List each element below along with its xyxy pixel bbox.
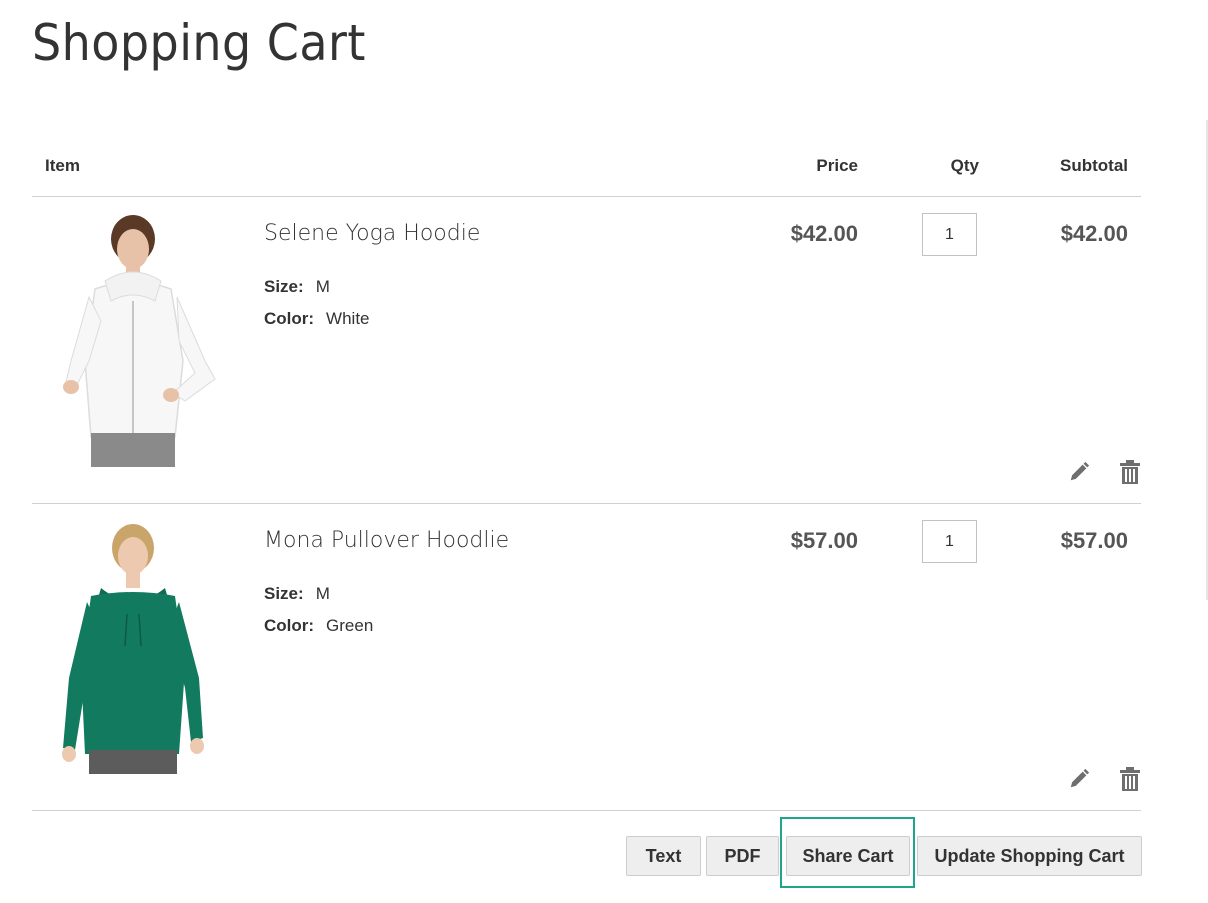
text-button[interactable]: Text (626, 836, 701, 876)
qty-input[interactable] (922, 520, 977, 563)
header-qty: Qty (950, 156, 979, 175)
option-value: M (315, 277, 330, 296)
share-cart-button[interactable]: Share Cart (786, 836, 910, 876)
product-image[interactable] (45, 518, 221, 774)
header-item: Item (45, 156, 80, 175)
cart-item-row: Selene Yoga Hoodie Size: M Color: White $4… (32, 197, 1141, 504)
option-value: M (315, 584, 330, 603)
qty-input[interactable] (922, 213, 977, 256)
pencil-icon[interactable] (1068, 461, 1090, 483)
item-subtotal: $57.00 (1060, 528, 1128, 553)
product-name[interactable]: Mona Pullover Hoodlie (264, 528, 509, 553)
header-subtotal: Subtotal (1060, 156, 1128, 175)
option-label: Size: (264, 277, 304, 296)
item-price: $42.00 (790, 221, 858, 246)
option-label: Size: (264, 584, 304, 603)
product-option-size: Size: M (264, 584, 330, 604)
item-subtotal: $42.00 (1060, 221, 1128, 246)
product-option-color: Color: Green (264, 616, 373, 636)
update-shopping-cart-button[interactable]: Update Shopping Cart (917, 836, 1142, 876)
cart-item-row: Mona Pullover Hoodlie Size: M Color: Green… (32, 504, 1141, 811)
item-price: $57.00 (790, 528, 858, 553)
option-label: Color: (264, 309, 315, 328)
option-label: Color: (264, 616, 315, 635)
option-value: Green (326, 616, 374, 635)
product-image[interactable] (45, 211, 221, 467)
page-title: Shopping Cart (32, 14, 366, 72)
pencil-icon[interactable] (1068, 768, 1090, 790)
product-option-color: Color: White (264, 309, 370, 329)
product-option-size: Size: M (264, 277, 330, 297)
cart-actions: Text PDF Share Cart Update Shopping Cart (0, 836, 1208, 876)
product-name[interactable]: Selene Yoga Hoodie (264, 221, 480, 246)
cart-table: Item Price Qty Subtotal Selene Yoga Hood… (32, 140, 1141, 811)
trash-icon[interactable] (1120, 460, 1140, 484)
header-price: Price (816, 156, 858, 175)
cart-table-header: Item Price Qty Subtotal (32, 140, 1141, 197)
option-value: White (326, 309, 370, 328)
shopping-cart-page: Shopping Cart Item Price Qty Subtotal Se… (0, 0, 1208, 903)
trash-icon[interactable] (1120, 767, 1140, 791)
pdf-button[interactable]: PDF (706, 836, 779, 876)
